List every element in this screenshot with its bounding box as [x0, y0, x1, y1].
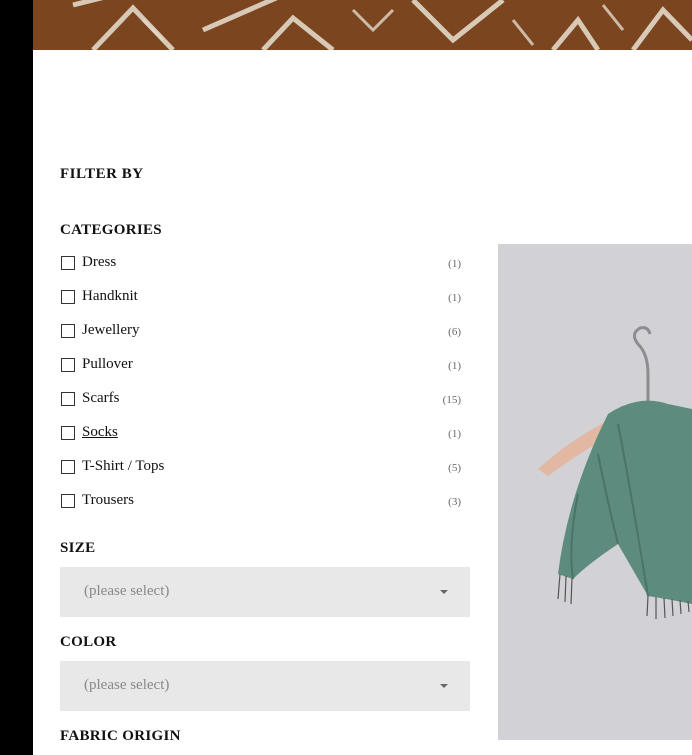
category-item-handknit[interactable]: Handknit (1): [60, 286, 470, 320]
category-label[interactable]: Scarfs: [82, 390, 120, 407]
category-checkbox[interactable]: [61, 324, 75, 338]
color-select[interactable]: (please select): [60, 661, 470, 711]
category-item-socks[interactable]: Socks (1): [60, 422, 470, 456]
category-checkbox[interactable]: [61, 290, 75, 304]
category-checkbox[interactable]: [61, 256, 75, 270]
chevron-down-icon: [440, 590, 448, 594]
category-count: (15): [442, 394, 461, 406]
category-item-dress[interactable]: Dress (1): [60, 252, 470, 286]
scarf-on-hanger-image: [498, 244, 692, 740]
category-label[interactable]: Pullover: [82, 356, 133, 373]
size-select[interactable]: (please select): [60, 567, 470, 617]
header-banner-image: [33, 0, 692, 50]
banner-pattern: [33, 0, 692, 50]
category-label[interactable]: Socks: [82, 424, 118, 441]
category-label[interactable]: Jewellery: [82, 322, 139, 339]
product-image-scarf[interactable]: [498, 244, 692, 740]
category-label[interactable]: Trousers: [82, 492, 134, 509]
filter-by-heading: FILTER BY: [60, 166, 144, 182]
category-item-tshirt-tops[interactable]: T-Shirt / Tops (5): [60, 456, 470, 490]
size-heading: SIZE: [60, 540, 96, 556]
category-checkbox[interactable]: [61, 358, 75, 372]
category-count: (1): [448, 428, 461, 440]
category-checkbox[interactable]: [61, 426, 75, 440]
category-count: (6): [448, 326, 461, 338]
category-item-scarfs[interactable]: Scarfs (15): [60, 388, 470, 422]
category-item-jewellery[interactable]: Jewellery (6): [60, 320, 470, 354]
category-item-pullover[interactable]: Pullover (1): [60, 354, 470, 388]
chevron-down-icon: [440, 684, 448, 688]
category-count: (3): [448, 496, 461, 508]
size-select-value: (please select): [84, 583, 170, 599]
category-count: (1): [448, 258, 461, 270]
category-count: (1): [448, 292, 461, 304]
color-select-value: (please select): [84, 677, 170, 693]
category-label[interactable]: Handknit: [82, 288, 138, 305]
category-checkbox[interactable]: [61, 494, 75, 508]
color-heading: COLOR: [60, 634, 117, 650]
category-checkbox[interactable]: [61, 392, 75, 406]
fabric-origin-heading: FABRIC ORIGIN: [60, 728, 181, 744]
category-label[interactable]: T-Shirt / Tops: [82, 458, 164, 475]
category-count: (5): [448, 462, 461, 474]
category-item-trousers[interactable]: Trousers (3): [60, 490, 470, 524]
category-count: (1): [448, 360, 461, 372]
left-edge-bar: [0, 0, 33, 755]
category-list: Dress (1) Handknit (1) Jewellery (6) Pul…: [60, 252, 470, 524]
category-checkbox[interactable]: [61, 460, 75, 474]
category-label[interactable]: Dress: [82, 254, 116, 271]
page: FILTER BY CATEGORIES Dress (1) Handknit …: [0, 0, 692, 755]
categories-heading: CATEGORIES: [60, 222, 162, 238]
